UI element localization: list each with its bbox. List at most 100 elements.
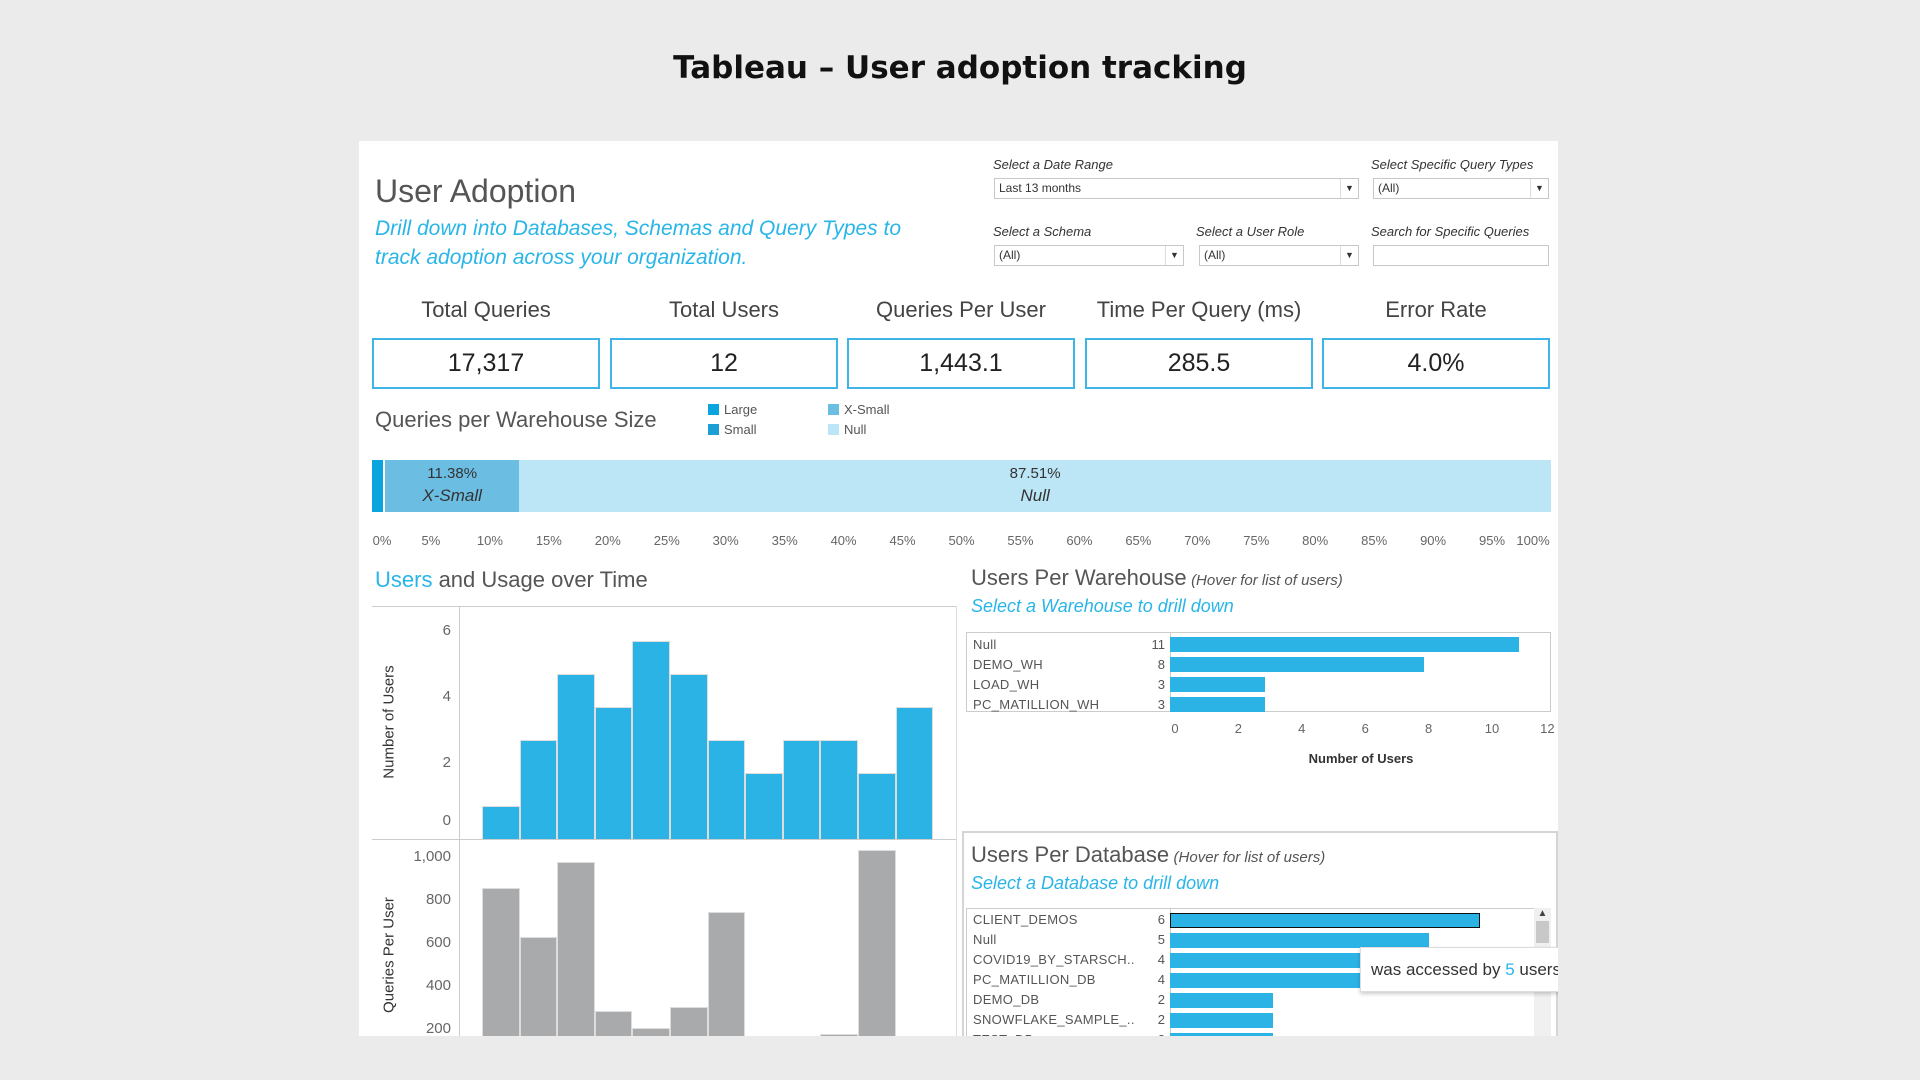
database-chart-header: Users Per Database (Hover for list of us… — [971, 842, 1326, 867]
warehouse-value: 11 — [1151, 637, 1166, 652]
query-types-dropdown[interactable]: (All) ▼ — [1373, 178, 1549, 199]
x-tick-label: 10 — [1484, 721, 1500, 736]
database-drill-link[interactable]: Select a Database to drill down — [971, 873, 1219, 894]
users-bar[interactable] — [820, 740, 858, 839]
chevron-down-icon: ▼ — [1165, 246, 1183, 265]
legend-swatch — [828, 424, 839, 435]
x-tick-label: 60% — [1066, 533, 1093, 548]
dashboard-title: User Adoption — [375, 173, 577, 209]
x-tick-label: 30% — [712, 533, 739, 548]
warehouse-bar[interactable] — [1170, 677, 1266, 692]
warehouse-bar[interactable] — [1170, 697, 1266, 712]
x-tick-label: 75% — [1243, 533, 1270, 548]
qpu-bar[interactable] — [858, 850, 896, 1036]
users-y-tick: 4 — [442, 688, 451, 705]
warehouse-drill-link[interactable]: Select a Warehouse to drill down — [971, 596, 1234, 617]
segment-null[interactable]: 87.51% Null — [519, 460, 1551, 512]
database-value: 4 — [1157, 952, 1165, 967]
users-bar[interactable] — [707, 740, 746, 839]
subtitle-line-2: track adoption across your organization. — [375, 246, 748, 269]
qpu-y-tick: 200 — [425, 1020, 451, 1036]
database-value: 2 — [1157, 992, 1165, 1007]
user-role-label: Select a User Role — [1196, 224, 1305, 239]
database-label[interactable]: COVID19_BY_STARSCH.. — [973, 952, 1135, 967]
database-bar[interactable] — [1170, 953, 1377, 968]
database-bar[interactable] — [1170, 933, 1429, 948]
subtitle-line-1: Drill down into Databases, Schemas and Q… — [375, 217, 902, 240]
users-bar[interactable] — [632, 641, 670, 839]
users-bar[interactable] — [594, 707, 633, 839]
x-tick-label: 35% — [771, 533, 798, 548]
date-range-value: Last 13 months — [999, 181, 1082, 195]
database-label[interactable]: TEST_DB — [973, 1032, 1034, 1036]
users-bar[interactable] — [782, 740, 821, 839]
chevron-down-icon: ▼ — [1340, 246, 1358, 265]
users-bar[interactable] — [858, 773, 896, 839]
x-tick-label: 10% — [476, 533, 503, 548]
database-bar[interactable] — [1170, 1033, 1274, 1036]
qpu-bar[interactable] — [519, 936, 558, 1036]
warehouse-label[interactable]: DEMO_WH — [973, 657, 1043, 672]
qpu-bar[interactable] — [482, 888, 520, 1036]
users-bar[interactable] — [557, 674, 595, 839]
qpu-bar[interactable] — [632, 1028, 670, 1036]
date-range-label: Select a Date Range — [993, 157, 1113, 172]
x-tick-label: 40% — [830, 533, 857, 548]
database-label[interactable]: PC_MATILLION_DB — [973, 972, 1096, 987]
qpu-bar[interactable] — [707, 911, 746, 1036]
qpu-bar[interactable] — [594, 1011, 633, 1036]
users-bar[interactable] — [670, 674, 708, 839]
database-bar[interactable] — [1170, 973, 1377, 988]
segment-percent: 87.51% — [1009, 465, 1061, 482]
scrollbar-thumb[interactable] — [1536, 921, 1549, 943]
usage-over-time-title: Users and Usage over Time — [375, 567, 648, 592]
qpu-bar[interactable] — [670, 1006, 708, 1036]
database-bar[interactable] — [1170, 913, 1481, 928]
database-label[interactable]: SNOWFLAKE_SAMPLE_.. — [973, 1012, 1135, 1027]
warehouse-size-title: Queries per Warehouse Size — [375, 407, 657, 432]
qpu-bar[interactable] — [557, 862, 595, 1036]
database-bar[interactable] — [1170, 993, 1274, 1008]
kpi-label: Total Users — [668, 297, 780, 322]
divider — [956, 606, 957, 1036]
database-value: 6 — [1157, 912, 1165, 927]
x-tick-label: 0% — [372, 533, 392, 548]
warehouse-label[interactable]: Null — [973, 637, 997, 652]
database-bar[interactable] — [1170, 1013, 1274, 1028]
qpu-y-tick: 400 — [425, 977, 451, 994]
database-label[interactable]: DEMO_DB — [973, 992, 1039, 1007]
users-bar[interactable] — [745, 773, 783, 839]
warehouse-bar[interactable] — [1170, 637, 1519, 652]
x-tick-label: 80% — [1302, 533, 1329, 548]
legend-small: Small — [708, 422, 757, 437]
x-tick-label: 70% — [1184, 533, 1211, 548]
qpu-y-tick: 1,000 — [413, 848, 451, 865]
warehouse-label[interactable]: LOAD_WH — [973, 677, 1039, 692]
user-role-value: (All) — [1204, 248, 1226, 262]
segment-large[interactable] — [372, 460, 386, 512]
x-tick-label: 20% — [594, 533, 621, 548]
database-label[interactable]: Null — [973, 932, 997, 947]
schema-dropdown[interactable]: (All) ▼ — [994, 245, 1184, 266]
kpi-label: Total Queries — [421, 297, 551, 322]
users-bar[interactable] — [519, 740, 558, 839]
warehouse-x-label: Number of Users — [1308, 751, 1414, 766]
schema-value: (All) — [999, 248, 1021, 262]
users-bar[interactable] — [895, 707, 934, 839]
kpi-value: 12 — [610, 338, 838, 389]
warehouse-bar[interactable] — [1170, 657, 1424, 672]
qpu-bar[interactable] — [820, 1034, 858, 1036]
x-tick-label: 55% — [1007, 533, 1034, 548]
legend-null: Null — [828, 422, 866, 437]
user-role-dropdown[interactable]: (All) ▼ — [1199, 245, 1359, 266]
users-bar[interactable] — [482, 806, 520, 839]
date-range-dropdown[interactable]: Last 13 months ▼ — [994, 178, 1359, 199]
search-label: Search for Specific Queries — [1371, 224, 1530, 239]
legend-swatch — [828, 404, 839, 415]
search-input[interactable] — [1373, 245, 1549, 266]
database-label[interactable]: CLIENT_DEMOS — [973, 912, 1078, 927]
x-tick-label: 65% — [1125, 533, 1152, 548]
scroll-up-icon[interactable]: ▲ — [1534, 908, 1551, 919]
segment-x-small[interactable]: 11.38% X-Small — [385, 460, 520, 512]
warehouse-label[interactable]: PC_MATILLION_WH — [973, 697, 1099, 712]
